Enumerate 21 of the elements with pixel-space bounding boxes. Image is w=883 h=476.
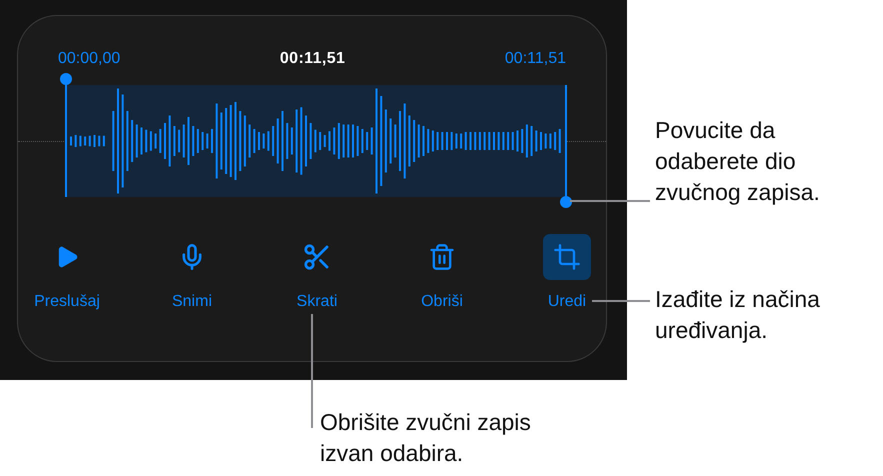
current-time: 00:11,51 <box>280 49 346 69</box>
edit-button[interactable]: Uredi <box>513 234 621 314</box>
button-label: Snimi <box>172 292 212 312</box>
play-button[interactable]: Preslušaj <box>13 234 121 314</box>
end-handle[interactable] <box>560 85 572 208</box>
crop-icon <box>553 243 581 271</box>
callout-text: Povucite da odaberete dio zvučnog zapisa. <box>655 116 821 207</box>
trim-button[interactable]: Skrati <box>263 234 371 314</box>
delete-button[interactable]: Obriši <box>388 234 496 314</box>
callout-text: Obrišite zvučni zapis izvan odabira. <box>320 408 532 468</box>
button-label: Skrati <box>296 292 338 312</box>
record-button[interactable]: Snimi <box>138 234 246 314</box>
button-label: Uredi <box>548 292 586 312</box>
callout-text: Izađite iz načina uređivanja. <box>655 285 821 345</box>
start-time: 00:00,00 <box>58 49 120 69</box>
leader-line <box>592 300 650 302</box>
button-label: Obriši <box>421 292 463 312</box>
button-label: Preslušaj <box>34 292 100 312</box>
trash-icon <box>428 243 456 271</box>
start-handle[interactable] <box>60 73 72 197</box>
end-time: 00:11,51 <box>504 49 566 69</box>
